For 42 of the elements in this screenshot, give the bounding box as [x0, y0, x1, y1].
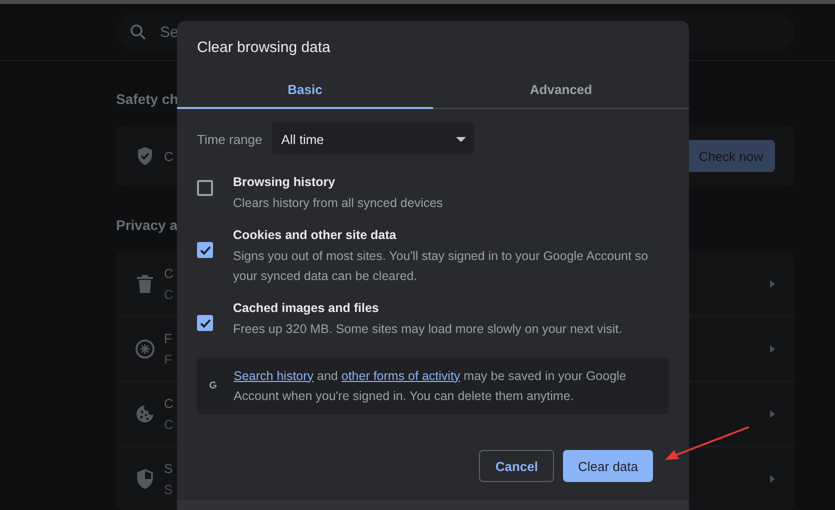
- notice-text: Search history and other forms of activity may be saved in your Google Account when you're signed in. You can delete them anytime.: [234, 368, 628, 405]
- option-title: Cookies and other site data: [233, 228, 398, 242]
- search-placeholder: Se: [160, 24, 178, 40]
- trash-icon: [137, 274, 153, 292]
- row-title: F: [164, 331, 172, 346]
- row-title: C: [164, 266, 174, 280]
- clear-data-button[interactable]: Clear data: [563, 450, 653, 482]
- tab[interactable]: Advanced: [433, 71, 689, 109]
- chevron-icon[interactable]: [770, 345, 775, 353]
- option-description: Frees up 320 MB. Some sites may load more slowly on your next visit.: [233, 321, 624, 338]
- row-title: C: [164, 148, 174, 164]
- tab[interactable]: Basic: [177, 71, 433, 109]
- dropdown-icon: [456, 136, 466, 142]
- row-subtitle: S: [164, 482, 173, 497]
- section-title: Safety ch: [116, 91, 180, 107]
- row-subtitle: C: [164, 417, 174, 432]
- shield-icon: [136, 469, 154, 489]
- dialog-title: Clear browsing data: [196, 38, 332, 58]
- chevron-icon[interactable]: [770, 280, 775, 288]
- time-range-select[interactable]: All time: [272, 123, 474, 155]
- row-title: S: [164, 461, 173, 476]
- checkbox[interactable]: [197, 242, 213, 258]
- shield-icon: [136, 146, 154, 166]
- row-subtitle: C: [164, 286, 174, 302]
- cancel-button[interactable]: Cancel: [479, 450, 554, 482]
- row-title: C: [164, 396, 174, 411]
- compass-icon: [135, 339, 155, 359]
- option-title: Cached images and files: [233, 301, 380, 315]
- time-range-label: Time range: [197, 132, 262, 146]
- option-title: Browsing history: [233, 175, 336, 189]
- chevron-icon[interactable]: [770, 410, 775, 418]
- chevron-icon[interactable]: [770, 475, 775, 483]
- option-description: Clears history from all synced devices: [233, 195, 444, 212]
- search-icon: [130, 24, 146, 40]
- row-subtitle: F: [164, 352, 172, 367]
- option-description: Signs you out of most sites. You'll stay signed in to your Google Account so your synced data can be cleared.: [233, 248, 650, 285]
- checkbox[interactable]: [197, 315, 213, 331]
- link[interactable]: Search history: [234, 368, 314, 382]
- checkbox[interactable]: [197, 180, 213, 196]
- cookie-icon: [136, 405, 154, 423]
- section-title: Privacy a: [116, 217, 178, 233]
- link[interactable]: other forms of activity: [341, 368, 460, 382]
